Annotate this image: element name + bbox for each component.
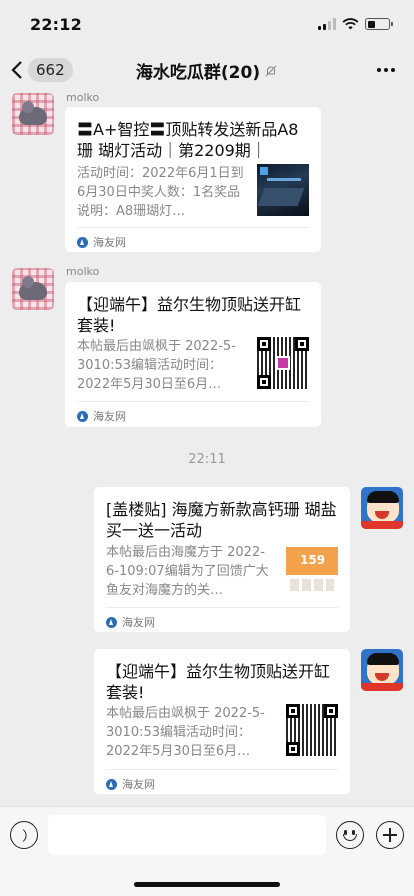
source-name: 海友网: [93, 410, 126, 423]
voice-input-button[interactable]: [10, 821, 38, 849]
chat-title-text: 海水吃瓜群(20): [135, 63, 261, 83]
link-card-description: 本帖最后由飒枫于 2022-5-3010:53编辑活动时间：2022年5月30日…: [106, 706, 265, 759]
wifi-icon: [342, 18, 359, 30]
status-time: 22:12: [30, 14, 82, 34]
more-options-button[interactable]: [374, 58, 398, 82]
card-divider: [77, 227, 309, 228]
message-input[interactable]: [48, 815, 326, 855]
source-name: 海友网: [93, 236, 126, 249]
sender-avatar[interactable]: [12, 268, 54, 310]
link-card-description: 本帖最后由飒枫于 2022-5-3010:53编辑活动时间：2022年5月30日…: [77, 339, 236, 392]
source-logo-icon: [106, 778, 117, 790]
link-card-source: 海友网: [77, 234, 126, 250]
emoji-button[interactable]: [336, 821, 364, 849]
link-card-source: 海友网: [106, 614, 155, 630]
link-card-source: 海友网: [106, 776, 155, 792]
my-avatar[interactable]: [361, 649, 403, 691]
sender-avatar[interactable]: [12, 93, 54, 135]
qr-code-image: [286, 704, 338, 756]
source-name: 海友网: [122, 616, 155, 629]
sender-name: molko: [66, 265, 100, 278]
source-name: 海友网: [122, 778, 155, 791]
link-card-description: 本帖最后由海魔方于 2022-6-109:07编辑为了回馈广大鱼友对海魔方的关…: [106, 545, 269, 598]
link-card-title: 【迎端午】益尔生物顶贴送开缸套装!: [106, 662, 331, 702]
link-card[interactable]: 〓A+智控〓顶贴转发送新品A8珊 瑚灯活动｜第2209期｜ 活动时间：2022年…: [65, 107, 321, 252]
home-indicator[interactable]: [134, 882, 280, 887]
chat-title: 海水吃瓜群(20): [0, 58, 414, 83]
salt-promo-price: 159: [300, 553, 326, 567]
qr-code-image: [257, 337, 309, 389]
link-card-title: [盖楼贴] 海魔方新款高钙珊 瑚盐买一送一活动: [106, 500, 337, 540]
card-divider: [106, 769, 338, 770]
link-card[interactable]: 【迎端午】益尔生物顶贴送开缸套装! 本帖最后由飒枫于 2022-5-3010:5…: [94, 649, 350, 794]
source-logo-icon: [77, 236, 88, 248]
my-avatar[interactable]: [361, 487, 403, 529]
source-logo-icon: [77, 410, 88, 422]
link-card-title: 【迎端午】益尔生物顶贴送开缸套装!: [77, 295, 302, 335]
link-card-title: 〓A+智控〓顶贴转发送新品A8珊 瑚灯活动｜第2209期｜: [77, 120, 299, 160]
more-functions-button[interactable]: [376, 821, 404, 849]
source-logo-icon: [106, 616, 117, 628]
link-card[interactable]: 【迎端午】益尔生物顶贴送开缸套装! 本帖最后由飒枫于 2022-5-3010:5…: [65, 282, 321, 427]
link-card[interactable]: [盖楼贴] 海魔方新款高钙珊 瑚盐买一送一活动 本帖最后由海魔方于 2022-6…: [94, 487, 350, 632]
link-card-source: 海友网: [77, 408, 126, 424]
signal-icon: [318, 18, 336, 30]
mute-bell-icon: [265, 65, 277, 76]
coral-light-image: [257, 164, 309, 216]
card-divider: [77, 401, 309, 402]
salt-promo-image: 159: [286, 543, 338, 595]
nav-bar: 662 海水吃瓜群(20): [0, 48, 414, 92]
battery-icon: [365, 18, 393, 30]
link-card-description: 活动时间：2022年6月1日到6月30日中奖人数：1名奖品说明：A8珊瑚灯…: [77, 166, 244, 219]
chat-timestamp: 22:11: [188, 452, 226, 467]
status-icons: [318, 18, 393, 30]
sender-name: molko: [66, 91, 100, 104]
status-bar: 22:12: [0, 0, 414, 48]
card-divider: [106, 607, 338, 608]
